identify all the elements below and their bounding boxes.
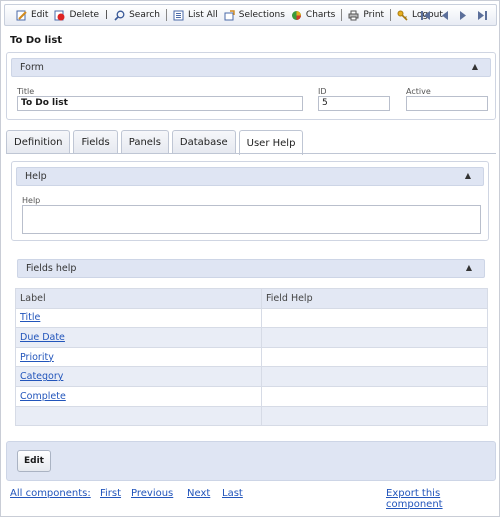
help-panel-title: Help bbox=[25, 171, 47, 182]
form-panel: Form ▲ Title To Do list ID 5 Active bbox=[6, 52, 496, 120]
tab-database[interactable]: Database bbox=[171, 130, 236, 153]
row-help-cell bbox=[261, 327, 488, 348]
tab-bar: Definition Fields Panels Database User H… bbox=[6, 130, 304, 155]
row-label-cell: Complete bbox=[15, 385, 262, 407]
help-panel-header[interactable]: Help ▲ bbox=[16, 167, 484, 186]
toolbar-divider bbox=[390, 9, 392, 21]
field-link-category[interactable]: Category bbox=[20, 371, 63, 382]
table-row bbox=[15, 405, 488, 427]
collapse-caret-icon[interactable]: ▲ bbox=[465, 171, 471, 180]
id-field-label: ID bbox=[318, 87, 327, 96]
help-panel: Help ▲ Help bbox=[11, 161, 489, 241]
selections-label: Selections bbox=[238, 10, 285, 20]
last-link[interactable]: Last bbox=[222, 488, 243, 499]
field-link-priority[interactable]: Priority bbox=[20, 352, 54, 363]
edit-toolbar-button[interactable]: Edit bbox=[13, 6, 51, 24]
export-component-link[interactable]: Export this component bbox=[386, 488, 499, 510]
previous-link[interactable]: Previous bbox=[131, 488, 173, 499]
title-field-label: Title bbox=[17, 87, 35, 96]
help-field-label: Help bbox=[22, 196, 41, 205]
collapse-caret-icon[interactable]: ▲ bbox=[472, 62, 478, 71]
row-label-cell: Category bbox=[15, 366, 262, 387]
row-help-cell bbox=[261, 366, 488, 387]
table-row: Category bbox=[15, 366, 488, 387]
collapse-caret-icon[interactable]: ▲ bbox=[466, 263, 472, 272]
row-help-cell bbox=[261, 385, 488, 407]
table-row: Title bbox=[15, 307, 488, 329]
selections-icon bbox=[224, 9, 235, 21]
form-panel-title: Form bbox=[20, 62, 44, 73]
edit-button[interactable]: Edit bbox=[17, 450, 51, 472]
edit-icon bbox=[16, 10, 27, 21]
row-help-cell bbox=[261, 307, 488, 329]
tab-user-help[interactable]: User Help bbox=[238, 130, 304, 155]
delete-icon bbox=[54, 10, 65, 21]
row-label-cell bbox=[15, 405, 262, 427]
column-header-field-help: Field Help bbox=[261, 288, 488, 309]
fields-help-panel-title: Fields help bbox=[26, 263, 77, 274]
field-link-title[interactable]: Title bbox=[20, 312, 40, 323]
id-field[interactable]: 5 bbox=[318, 96, 390, 111]
key-icon bbox=[397, 10, 408, 21]
printer-icon bbox=[348, 10, 359, 21]
table-row: Due Date bbox=[15, 327, 488, 348]
title-field[interactable]: To Do list bbox=[17, 96, 303, 111]
row-label-cell: Title bbox=[15, 307, 262, 329]
row-help-cell bbox=[261, 346, 488, 368]
next-record-icon[interactable] bbox=[457, 8, 469, 22]
first-record-icon[interactable] bbox=[419, 8, 431, 22]
pie-chart-icon bbox=[291, 10, 302, 21]
tab-underline bbox=[6, 153, 496, 154]
next-link[interactable]: Next bbox=[187, 488, 210, 499]
table-row: Priority bbox=[15, 346, 488, 368]
toolbar: Edit Delete | Search List All Selections… bbox=[4, 4, 497, 26]
search-toolbar-button[interactable]: Search bbox=[111, 6, 163, 24]
row-label-cell: Due Date bbox=[15, 327, 262, 348]
print-toolbar-button[interactable]: Print bbox=[345, 6, 387, 24]
delete-toolbar-button[interactable]: Delete bbox=[51, 6, 102, 24]
tab-panels[interactable]: Panels bbox=[120, 130, 169, 153]
toolbar-divider bbox=[341, 9, 343, 21]
toolbar-divider bbox=[165, 9, 167, 21]
form-panel-header[interactable]: Form ▲ bbox=[11, 58, 491, 77]
tab-fields[interactable]: Fields bbox=[73, 130, 118, 153]
help-textarea[interactable] bbox=[22, 205, 481, 234]
active-field-label: Active bbox=[406, 87, 431, 96]
selections-toolbar-button[interactable]: Selections bbox=[221, 6, 288, 24]
table-header-row: Label Field Help bbox=[15, 288, 488, 309]
edit-label: Edit bbox=[31, 10, 49, 20]
page: Edit Delete | Search List All Selections… bbox=[0, 0, 500, 517]
toolbar-separator: | bbox=[105, 10, 109, 20]
column-header-label: Label bbox=[15, 288, 262, 309]
last-record-icon[interactable] bbox=[476, 8, 488, 22]
list-all-label: List All bbox=[187, 10, 218, 20]
all-components-link[interactable]: All components: bbox=[10, 488, 91, 499]
active-field[interactable] bbox=[406, 96, 488, 111]
row-label-cell: Priority bbox=[15, 346, 262, 368]
fields-help-panel-header[interactable]: Fields help ▲ bbox=[17, 259, 485, 278]
row-help-cell bbox=[261, 405, 488, 427]
fields-help-table: Label Field Help Title Due Date Priority… bbox=[15, 288, 488, 427]
page-title: To Do list bbox=[10, 35, 63, 46]
field-link-due-date[interactable]: Due Date bbox=[20, 332, 65, 343]
search-label: Search bbox=[129, 10, 160, 20]
action-bar: Edit bbox=[6, 441, 496, 481]
field-link-complete[interactable]: Complete bbox=[20, 391, 66, 402]
table-row: Complete bbox=[15, 385, 488, 407]
charts-label: Charts bbox=[305, 10, 336, 20]
tab-definition[interactable]: Definition bbox=[6, 130, 71, 153]
first-link[interactable]: First bbox=[100, 488, 121, 499]
search-icon bbox=[114, 10, 125, 21]
delete-label: Delete bbox=[69, 10, 100, 20]
list-icon bbox=[173, 10, 184, 21]
previous-record-icon[interactable] bbox=[438, 8, 450, 22]
record-navigation bbox=[419, 8, 488, 22]
charts-toolbar-button[interactable]: Charts bbox=[288, 6, 338, 24]
print-label: Print bbox=[363, 10, 385, 20]
list-all-toolbar-button[interactable]: List All bbox=[170, 6, 221, 24]
